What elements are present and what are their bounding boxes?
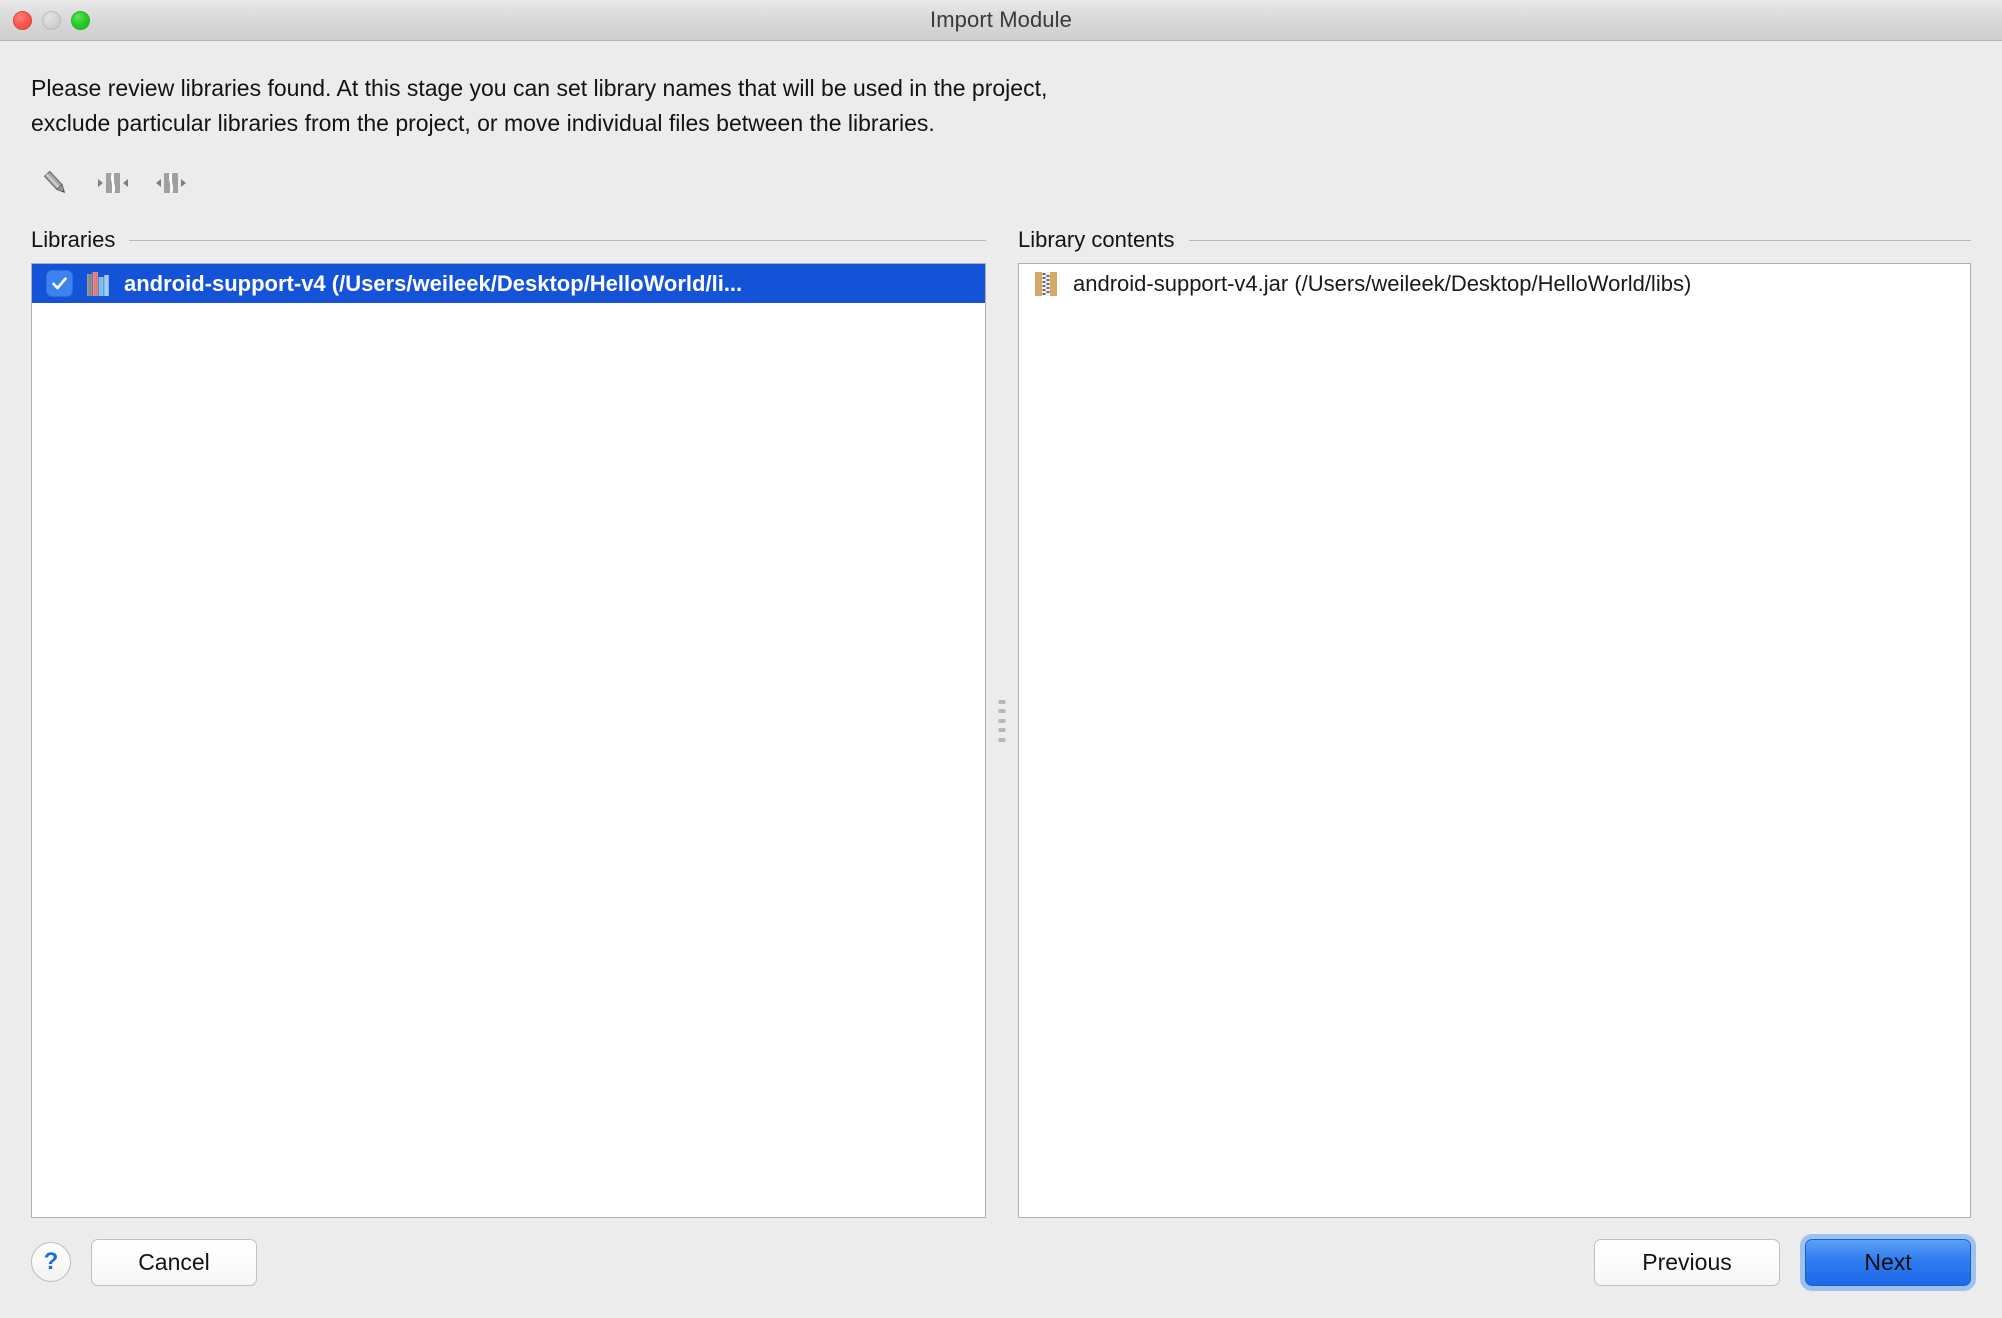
merge-icon bbox=[97, 167, 129, 204]
close-window-button[interactable] bbox=[13, 11, 32, 30]
libraries-pane: Libraries android-support-v4 (/Users/wei… bbox=[31, 223, 986, 1218]
description-line-1: Please review libraries found. At this s… bbox=[31, 75, 1048, 101]
traffic-light-group bbox=[13, 0, 90, 41]
check-icon bbox=[52, 277, 67, 290]
dialog-footer: ? Cancel Previous Next bbox=[0, 1218, 2002, 1318]
previous-button[interactable]: Previous bbox=[1594, 1238, 1780, 1286]
question-mark-icon: ? bbox=[43, 1248, 59, 1275]
maximize-window-button[interactable] bbox=[71, 11, 90, 30]
dialog-content: Please review libraries found. At this s… bbox=[0, 41, 2002, 1218]
libraries-separator bbox=[129, 239, 986, 241]
import-module-window: Import Module Please review libraries fo… bbox=[0, 0, 2002, 1318]
description-line-2: exclude particular libraries from the pr… bbox=[31, 110, 935, 136]
next-button[interactable]: Next bbox=[1805, 1238, 1971, 1286]
splitter-grip-icon[interactable] bbox=[998, 699, 1006, 742]
libraries-listbox[interactable]: android-support-v4 (/Users/weileek/Deskt… bbox=[31, 263, 986, 1218]
library-contents-separator bbox=[1188, 239, 1971, 241]
minimize-window-button[interactable] bbox=[42, 11, 61, 30]
window-title: Import Module bbox=[930, 7, 1072, 32]
library-contents-section-header: Library contents bbox=[1018, 223, 1971, 257]
pencil-icon bbox=[39, 167, 71, 204]
merge-libraries-button[interactable] bbox=[91, 165, 135, 205]
split-icon bbox=[155, 167, 187, 204]
list-item[interactable]: android-support-v4.jar (/Users/weileek/D… bbox=[1019, 264, 1970, 303]
library-contents-label: Library contents bbox=[1018, 227, 1175, 252]
table-row[interactable]: android-support-v4 (/Users/weileek/Deskt… bbox=[32, 264, 985, 303]
library-contents-pane: Library contents android-support-v4.jar … bbox=[1018, 223, 1971, 1218]
help-button[interactable]: ? bbox=[31, 1242, 71, 1282]
library-books-icon bbox=[87, 271, 109, 296]
cancel-button[interactable]: Cancel bbox=[91, 1238, 257, 1286]
jar-file-icon bbox=[1035, 271, 1057, 296]
library-row-label: android-support-v4 (/Users/weileek/Deskt… bbox=[124, 270, 743, 296]
libraries-section-header: Libraries bbox=[31, 223, 986, 257]
panes-container: Libraries android-support-v4 (/Users/wei… bbox=[31, 223, 1971, 1218]
split-library-button[interactable] bbox=[149, 165, 193, 205]
library-toolbar bbox=[31, 163, 1971, 207]
library-content-row-label: android-support-v4.jar (/Users/weileek/D… bbox=[1073, 270, 1692, 296]
rename-library-button[interactable] bbox=[33, 165, 77, 205]
footer-left-group: ? Cancel bbox=[31, 1238, 257, 1286]
footer-right-group: Previous Next bbox=[1594, 1238, 1971, 1286]
library-checkbox[interactable] bbox=[46, 270, 73, 297]
window-titlebar: Import Module bbox=[0, 0, 2002, 41]
library-contents-listbox[interactable]: android-support-v4.jar (/Users/weileek/D… bbox=[1018, 263, 1971, 1218]
dialog-description: Please review libraries found. At this s… bbox=[31, 71, 1971, 141]
libraries-label: Libraries bbox=[31, 227, 116, 252]
pane-splitter[interactable] bbox=[986, 223, 1018, 1218]
